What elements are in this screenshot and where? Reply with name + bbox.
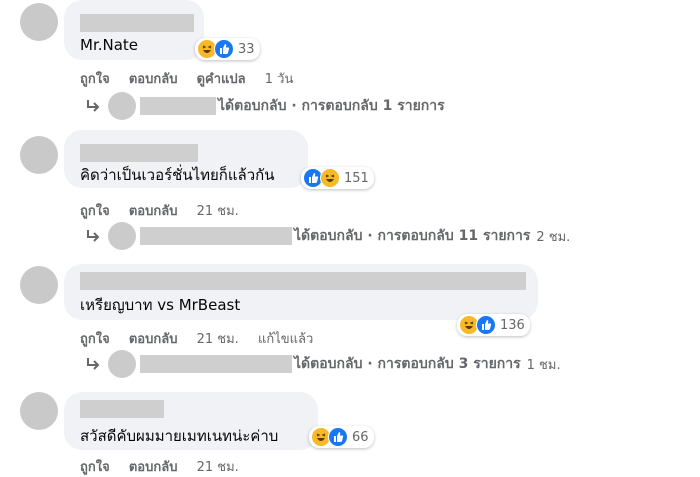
- avatar[interactable]: [20, 392, 58, 430]
- redacted-reply-name: [140, 97, 216, 115]
- like-reaction-icon: [214, 39, 234, 59]
- comment-text: Mr.Nate: [80, 36, 139, 54]
- redacted-name[interactable]: [80, 272, 526, 290]
- comment: Mr.Nate 33 ถูกใจ ตอบกลับ ดูคำแปล 1 วัน ไ…: [0, 0, 700, 125]
- reaction-count: 151: [344, 170, 369, 186]
- like-button[interactable]: ถูกใจ: [80, 332, 110, 347]
- reaction-count: 33: [238, 41, 255, 57]
- comment: สวัสดีคับผมมายเมทเนทน่ะค่าบ 66 ถูกใจ ตอบ…: [0, 392, 700, 475]
- redacted-reply-name: [140, 227, 292, 245]
- reply-avatar: [108, 350, 136, 378]
- timestamp[interactable]: 21 ชม.: [197, 204, 239, 219]
- replies-time: 1 ชม.: [526, 357, 561, 373]
- redacted-reply-name: [140, 355, 292, 373]
- like-button[interactable]: ถูกใจ: [80, 204, 110, 219]
- comment-bubble: คิดว่าเป็นเวอร์ชั่นไทยก็แล้วกัน: [64, 130, 308, 188]
- reaction-summary[interactable]: 151: [301, 167, 374, 189]
- replies-summary[interactable]: ได้ตอบกลับ · การตอบกลับ 1 รายการ: [218, 95, 445, 117]
- replies-summary[interactable]: ได้ตอบกลับ · การตอบกลับ 3 รายการ: [294, 353, 521, 375]
- comment-actions: ถูกใจ ตอบกลับ 21 ชม.: [80, 456, 254, 477]
- reply-arrow-icon: [87, 230, 100, 242]
- comment-bubble: Mr.Nate: [64, 0, 204, 60]
- replies-summary[interactable]: ได้ตอบกลับ · การตอบกลับ 11 รายการ: [294, 225, 530, 247]
- avatar[interactable]: [20, 3, 58, 41]
- comment: เหรียญบาท vs MrBeast 136 ถูกใจ ตอบกลับ 2…: [0, 264, 700, 389]
- reaction-summary[interactable]: 66: [309, 426, 374, 448]
- reply-arrow-icon: [87, 358, 100, 370]
- view-replies-row[interactable]: ได้ตอบกลับ · การตอบกลับ 1 รายการ: [84, 92, 445, 120]
- reply-button[interactable]: ตอบกลับ: [129, 460, 178, 475]
- edited-label: แก้ไขแล้ว: [257, 332, 314, 347]
- like-button[interactable]: ถูกใจ: [80, 72, 110, 87]
- like-reaction-icon: [476, 315, 496, 335]
- reaction-summary[interactable]: 33: [195, 38, 260, 60]
- reply-arrow-icon: [87, 100, 100, 112]
- reaction-count: 66: [352, 429, 369, 445]
- comment-actions: ถูกใจ ตอบกลับ 21 ชม. แก้ไขแล้ว: [80, 328, 328, 349]
- reply-avatar: [108, 92, 136, 120]
- reply-button[interactable]: ตอบกลับ: [129, 332, 178, 347]
- reaction-summary[interactable]: 136: [457, 314, 530, 336]
- avatar[interactable]: [20, 136, 58, 174]
- avatar[interactable]: [20, 266, 58, 304]
- view-replies-row[interactable]: ได้ตอบกลับ · การตอบกลับ 3 รายการ 1 ชม.: [84, 350, 561, 378]
- redacted-name[interactable]: [80, 144, 198, 162]
- view-replies-row[interactable]: ได้ตอบกลับ · การตอบกลับ 11 รายการ 2 ชม.: [84, 222, 570, 250]
- replies-time: 2 ชม.: [536, 229, 571, 245]
- timestamp[interactable]: 21 ชม.: [197, 332, 239, 347]
- redacted-name[interactable]: [80, 14, 194, 32]
- reply-button[interactable]: ตอบกลับ: [129, 204, 178, 219]
- redacted-name[interactable]: [80, 400, 164, 418]
- comment-actions: ถูกใจ ตอบกลับ 21 ชม.: [80, 200, 254, 221]
- comment-actions: ถูกใจ ตอบกลับ ดูคำแปล 1 วัน: [80, 68, 308, 89]
- reply-avatar: [108, 222, 136, 250]
- comment: คิดว่าเป็นเวอร์ชั่นไทยก็แล้วกัน 151 ถูกใ…: [0, 130, 700, 255]
- comment-text: สวัสดีคับผมมายเมทเนทน่ะค่าบ: [80, 427, 279, 445]
- comment-bubble: เหรียญบาท vs MrBeast: [64, 264, 538, 320]
- see-translation-button[interactable]: ดูคำแปล: [197, 72, 246, 87]
- reaction-count: 136: [500, 317, 525, 333]
- comment-text: คิดว่าเป็นเวอร์ชั่นไทยก็แล้วกัน: [80, 166, 275, 184]
- comment-text: เหรียญบาท vs MrBeast: [80, 296, 241, 314]
- haha-reaction-icon: [320, 168, 340, 188]
- like-reaction-icon: [328, 427, 348, 447]
- timestamp[interactable]: 21 ชม.: [197, 460, 239, 475]
- reply-button[interactable]: ตอบกลับ: [129, 72, 178, 87]
- comment-bubble: สวัสดีคับผมมายเมทเนทน่ะค่าบ: [64, 392, 318, 450]
- like-button[interactable]: ถูกใจ: [80, 460, 110, 475]
- timestamp[interactable]: 1 วัน: [265, 72, 294, 87]
